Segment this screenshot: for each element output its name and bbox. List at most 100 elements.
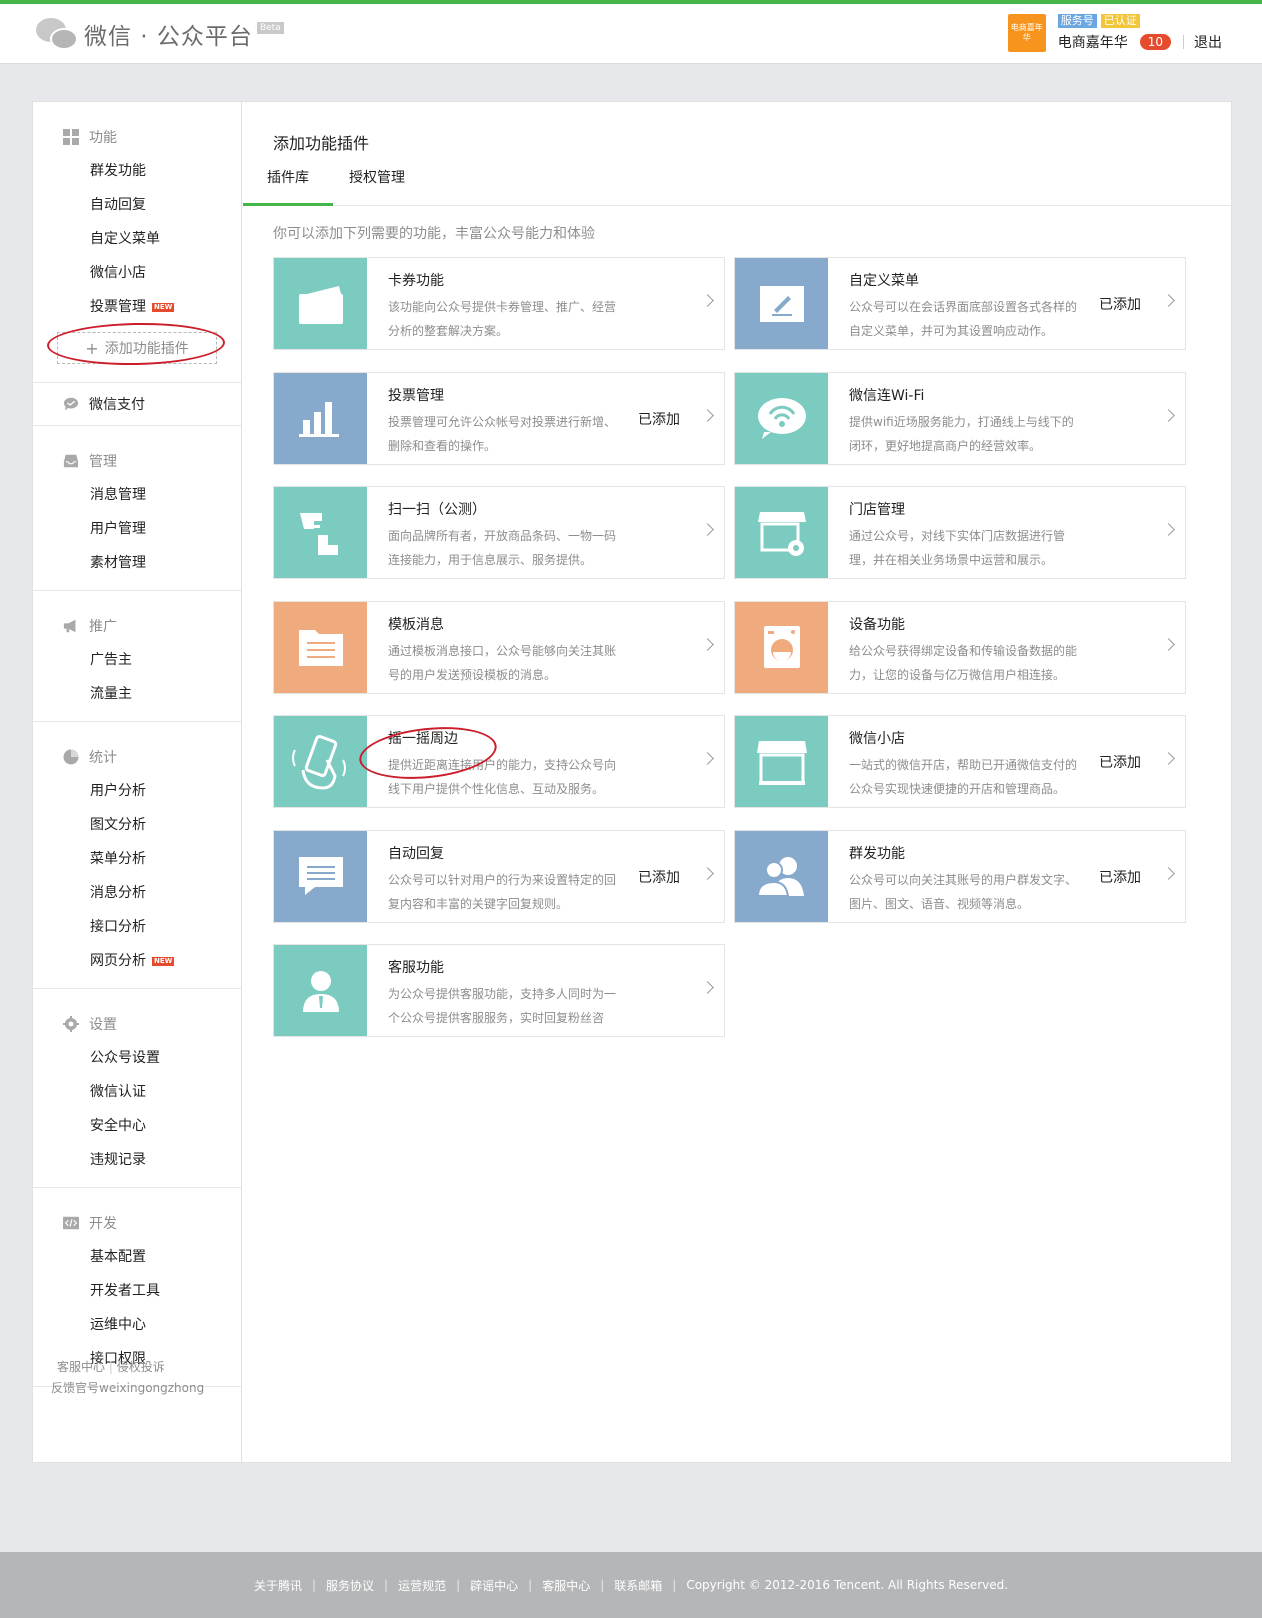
nav-group-header[interactable]: 微信支付 (33, 387, 241, 421)
sidebar-item-label: 用户分析 (90, 783, 146, 799)
tab-bar: 插件库 授权管理 (243, 166, 1231, 206)
plugin-title: 扫一扫（公测） (388, 502, 486, 518)
plugin-description: 公众号可以向关注其账号的用户群发文字、图片、图文、语音、视频等消息。 (849, 872, 1077, 911)
store-settings-icon (735, 487, 828, 578)
sidebar-item[interactable]: 微信认证 (33, 1075, 241, 1109)
chevron-right-icon (701, 408, 714, 422)
footer-separator: | (456, 1578, 461, 1592)
nav-group: 设置公众号设置微信认证安全中心违规记录 (33, 989, 241, 1188)
divider (1183, 35, 1184, 49)
plugin-card[interactable]: 群发功能 公众号可以向关注其账号的用户群发文字、图片、图文、语音、视频等消息。 已添… (734, 829, 1186, 923)
plugin-description: 投票管理可允许公众帐号对投票进行新增、删除和查看的操作。 (388, 414, 616, 453)
tab-plugin-library[interactable]: 插件库 (243, 166, 333, 206)
sidebar-item[interactable]: 自动回复 (33, 188, 241, 222)
footer-link[interactable]: 客服中心 (542, 1577, 590, 1594)
plugin-card[interactable]: 模板消息 通过模板消息接口，公众号能够向关注其账号的用户发送预设模板的消息。 (273, 600, 725, 694)
chevron-right-icon (701, 294, 714, 307)
plugin-card[interactable]: 投票管理投票管理可允许公众帐号对投票进行新增、删除和查看的操作。 已添加 (273, 371, 725, 465)
footer-link[interactable]: 联系邮箱 (614, 1577, 662, 1594)
verified-badge: 已认证 (1100, 14, 1140, 28)
sidebar-item-label: 安全中心 (90, 1118, 146, 1134)
avatar[interactable]: 电商嘉年华 (1007, 14, 1046, 52)
plugin-title: 门店管理 (849, 502, 905, 518)
sidebar-item[interactable]: 广告主 (33, 643, 241, 677)
sidebar-item[interactable]: 图文分析 (33, 808, 241, 842)
plugin-card[interactable]: 卡券功能该功能向公众号提供卡券管理、推广、经营分析的整套解决方案。 (273, 257, 725, 350)
sidebar-item-label: 公众号设置 (90, 1050, 160, 1066)
nav-group-label: 管理 (89, 454, 117, 470)
sidebar-item[interactable]: 流量主 (33, 677, 241, 711)
plugin-title: 微信连Wi-Fi (849, 387, 925, 404)
scan-icon (274, 487, 367, 578)
header: 微信 · 公众平台 Beta 电商嘉年华 服务号 已认证 电商嘉年华 10 退出 (0, 4, 1262, 64)
sidebar-item[interactable]: 自定义菜单 (33, 222, 241, 256)
customer-service-link[interactable]: 客服中心 (57, 1360, 105, 1374)
plugin-card[interactable]: 自动回复 公众号可以针对用户的行为来设置特定的回复内容和丰富的关键字回复规则。 已添… (273, 829, 725, 923)
sidebar-item-label: 微信小店 (90, 265, 146, 281)
footer-link[interactable]: 运营规范 (398, 1577, 446, 1594)
footer-separator: | (600, 1578, 605, 1592)
footer-separator: | (311, 1578, 317, 1592)
sidebar-item[interactable]: 开发者工具 (33, 1274, 241, 1308)
plugin-card[interactable]: 设备功能 给公众号获得绑定设备和传输设备数据的能力，让您的设备与亿万微信用户相连接… (734, 600, 1186, 694)
new-badge: NEW (152, 302, 175, 312)
sidebar-item[interactable]: 微信小店 (33, 256, 241, 290)
beta-badge: Beta (256, 22, 284, 34)
sidebar-item[interactable]: 违规记录 (33, 1143, 241, 1177)
tab-auth-management[interactable]: 授权管理 (349, 166, 405, 206)
page-footer: 关于腾讯 | 服务协议 | 运营规范 | 辟谣中心 | 客服中心 | 联系邮箱 | Copyright … (0, 1552, 1262, 1618)
logo[interactable]: 微信 · 公众平台 Beta (36, 16, 284, 52)
sidebar-item-label: 基本配置 (90, 1249, 146, 1265)
footer-link[interactable]: 关于腾讯 (254, 1577, 302, 1594)
chevron-right-icon (1162, 294, 1175, 307)
content-panel: 功能 群发功能 自动回复 自定义菜单 微信小店 投票管理 NEW + 添加功能插件 微信支付 管理消… (32, 101, 1232, 1463)
sidebar-item-label: 广告主 (90, 652, 132, 668)
infringement-link[interactable]: 侵权投诉 (117, 1360, 165, 1374)
plugin-card[interactable]: 自定义菜单 公众号可以在会话界面底部设置各式各样的自定义菜单，并可为其设置响应动作… (734, 257, 1186, 350)
plugin-card[interactable]: 扫一扫（公测） 面向品牌所有者，开放商品条码、一物一码连接能力，用于信息展示、服务… (273, 486, 725, 579)
sidebar-item[interactable]: 安全中心 (33, 1109, 241, 1143)
sidebar-item[interactable]: 消息分析 (33, 876, 241, 910)
template-icon (274, 601, 367, 693)
sidebar-item[interactable]: 运维中心 (33, 1308, 241, 1342)
plugin-title: 卡券功能 (388, 273, 444, 289)
plugin-card[interactable]: 门店管理 通过公众号，对线下实体门店数据进行管理，并在相关业务场景中运营和展示。 (734, 486, 1186, 579)
added-status: 已添加 (638, 411, 680, 428)
sidebar-item[interactable]: 公众号设置 (33, 1041, 241, 1075)
footer-link[interactable]: 辟谣中心 (470, 1577, 518, 1594)
logout-link[interactable]: 退出 (1194, 32, 1222, 52)
sidebar-item[interactable]: 投票管理 NEW (33, 290, 241, 324)
sidebar-item[interactable]: 群发功能 (33, 154, 241, 188)
plugin-description: 提供wifi近场服务能力，打通线上与线下的闭环，更好地提高商户的经营效率。 (849, 414, 1074, 453)
shop-icon (735, 716, 828, 807)
notification-count[interactable]: 10 (1139, 34, 1171, 50)
plugin-card[interactable]: 摇一摇周边 提供近距离连接用户的能力，支持公众号向线下用户提供个性化信息、互动及服… (273, 715, 725, 808)
plugin-title: 模板消息 (388, 616, 444, 633)
sidebar-item[interactable]: 消息管理 (33, 478, 241, 512)
sidebar-item[interactable]: 基本配置 (33, 1240, 241, 1274)
plugin-card[interactable]: 微信连Wi-Fi 提供wifi近场服务能力，打通线上与线下的闭环，更好地提高商户的… (734, 371, 1186, 465)
plugin-card[interactable]: 微信小店 一站式的微信开店，帮助已开通微信支付的公众号实现快速便捷的开店和管理商品… (734, 715, 1186, 808)
sidebar-item[interactable]: 用户管理 (33, 512, 241, 546)
nav-group-header: 推广 (33, 609, 241, 643)
chevron-right-icon (1162, 637, 1175, 651)
sidebar-item[interactable]: 用户分析 (33, 774, 241, 808)
chevron-right-icon (701, 752, 714, 765)
nav-group-label: 设置 (89, 1017, 117, 1033)
plugin-description: 该功能向公众号提供卡券管理、推广、经营分析的整套解决方案。 (388, 300, 616, 338)
sidebar-item[interactable]: 素材管理 (33, 546, 241, 580)
nav-group-label: 开发 (89, 1216, 117, 1232)
account-name[interactable]: 电商嘉年华 (1058, 32, 1128, 52)
footer-link[interactable]: 服务协议 (326, 1577, 374, 1594)
sidebar-item[interactable]: 网页分析 NEW (33, 944, 241, 978)
added-status: 已添加 (638, 869, 680, 886)
sidebar-item[interactable]: 接口分析 (33, 910, 241, 944)
sidebar-item-label: 自定义菜单 (90, 231, 160, 247)
plugin-title: 设备功能 (849, 616, 905, 633)
chevron-right-icon (701, 523, 714, 536)
plugin-title: 投票管理 (388, 387, 444, 404)
plugin-card[interactable]: 客服功能 为公众号提供客服功能，支持多人同时为一个公众号提供客服服务，实时回复粉丝… (273, 944, 725, 1037)
pie-chart-icon (63, 749, 79, 765)
plugin-description: 面向品牌所有者，开放商品条码、一物一码连接能力，用于信息展示、服务提供。 (388, 529, 616, 567)
sidebar-item[interactable]: 菜单分析 (33, 842, 241, 876)
